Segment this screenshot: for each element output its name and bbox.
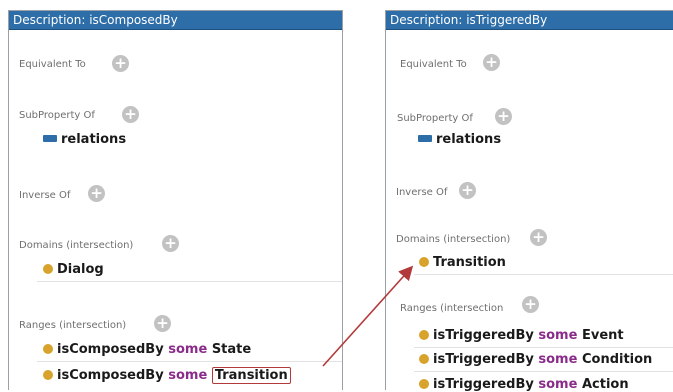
range-property: isComposedBy — [57, 368, 164, 383]
range-class: Event — [581, 328, 624, 343]
range-class: Condition — [581, 352, 653, 367]
add-range-icon[interactable]: + — [154, 315, 171, 332]
class-icon — [419, 379, 429, 389]
range-class-highlighted: Transition — [211, 367, 291, 384]
add-range-icon[interactable]: + — [522, 296, 539, 313]
divider — [414, 347, 673, 348]
ranges-label: Ranges (intersection — [400, 303, 504, 314]
add-subproperty-icon[interactable]: + — [122, 106, 139, 123]
property-panel-iscomposedby: Description: isComposedBy Equivalent To … — [8, 10, 343, 390]
inverse-of-label: Inverse Of — [396, 187, 448, 198]
add-domain-icon[interactable]: + — [530, 229, 547, 246]
class-icon — [419, 354, 429, 364]
add-equivalent-icon[interactable]: + — [112, 55, 129, 72]
range-keyword: some — [538, 328, 578, 343]
range-item[interactable]: isTriggeredBy some Action — [419, 377, 629, 392]
equivalent-to-label: Equivalent To — [400, 59, 467, 70]
divider — [414, 274, 673, 275]
divider — [37, 361, 342, 362]
add-inverse-icon[interactable]: + — [459, 182, 476, 199]
subproperty-of-label: SubProperty Of — [19, 110, 95, 121]
domain-value: Dialog — [57, 262, 104, 277]
class-icon — [419, 330, 429, 340]
range-class: State — [211, 342, 252, 357]
class-icon — [43, 370, 53, 380]
range-property: isTriggeredBy — [433, 377, 534, 392]
property-icon — [418, 135, 432, 142]
add-subproperty-icon[interactable]: + — [495, 108, 512, 125]
domains-label: Domains (intersection) — [396, 234, 511, 245]
domain-item[interactable]: Dialog — [43, 262, 104, 277]
domains-label: Domains (intersection) — [19, 240, 134, 251]
range-item[interactable]: isTriggeredBy some Condition — [419, 352, 652, 367]
add-inverse-icon[interactable]: + — [88, 185, 105, 202]
range-item[interactable]: isComposedBy some State — [43, 342, 251, 357]
class-icon — [43, 344, 53, 354]
range-item[interactable]: isTriggeredBy some Event — [419, 328, 624, 343]
subproperty-value: relations — [61, 132, 127, 147]
add-equivalent-icon[interactable]: + — [483, 54, 500, 71]
panel-header: Description: isTriggeredBy — [386, 11, 673, 30]
range-keyword: some — [168, 368, 208, 383]
range-item[interactable]: isComposedBy some Transition — [43, 367, 291, 384]
class-icon — [419, 257, 429, 267]
property-panel-istriggeredby: Description: isTriggeredBy Equivalent To… — [385, 10, 673, 392]
domain-item[interactable]: Transition — [419, 255, 506, 270]
subproperty-value: relations — [436, 132, 502, 147]
class-icon — [43, 264, 53, 274]
divider — [414, 371, 673, 372]
range-property: isTriggeredBy — [433, 352, 534, 367]
range-class: Action — [581, 377, 629, 392]
range-property: isComposedBy — [57, 342, 164, 357]
inverse-of-label: Inverse Of — [19, 190, 71, 201]
subproperty-item[interactable]: relations — [418, 132, 501, 147]
range-keyword: some — [168, 342, 208, 357]
equivalent-to-label: Equivalent To — [19, 59, 86, 70]
panel-header: Description: isComposedBy — [9, 11, 342, 30]
property-icon — [43, 135, 57, 142]
subproperty-of-label: SubProperty Of — [397, 113, 473, 124]
divider — [37, 281, 342, 282]
ranges-label: Ranges (intersection) — [19, 320, 127, 331]
range-keyword: some — [538, 377, 578, 392]
range-keyword: some — [538, 352, 578, 367]
add-domain-icon[interactable]: + — [162, 235, 179, 252]
range-property: isTriggeredBy — [433, 328, 534, 343]
subproperty-item[interactable]: relations — [43, 132, 126, 147]
domain-value: Transition — [433, 255, 506, 270]
